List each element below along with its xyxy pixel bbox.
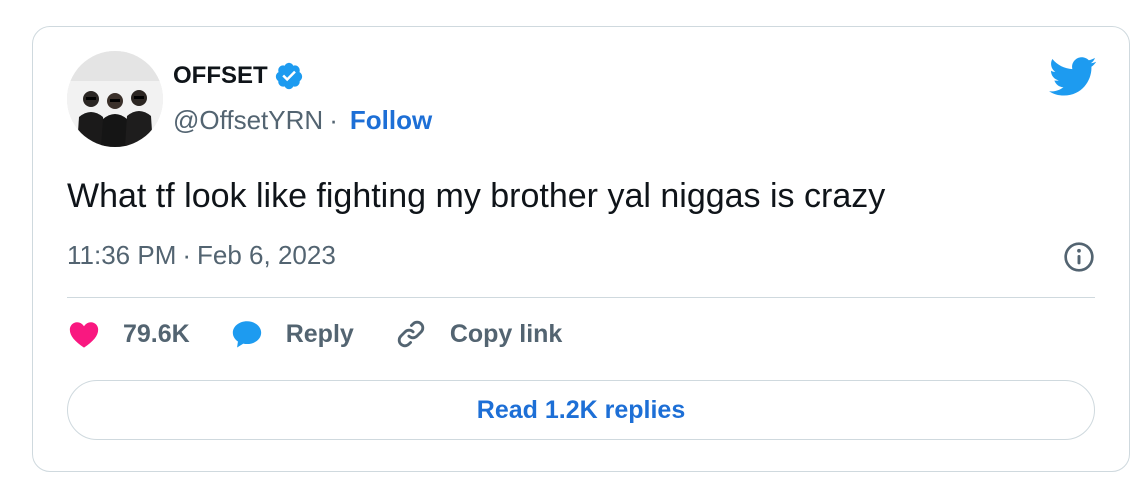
avatar-photo <box>67 51 163 147</box>
info-icon[interactable] <box>1063 241 1095 273</box>
follow-button[interactable]: Follow <box>350 105 432 136</box>
divider <box>67 297 1095 298</box>
user-name[interactable]: OFFSET <box>173 62 268 90</box>
timestamp-separator: · <box>182 240 192 270</box>
heart-icon <box>69 322 99 348</box>
twitter-bird-icon[interactable] <box>1049 57 1097 97</box>
user-handle-row: @OffsetYRN · Follow <box>173 105 432 136</box>
handle-separator: · <box>329 105 338 135</box>
verified-badge-icon <box>275 62 302 90</box>
avatar[interactable] <box>67 51 163 147</box>
user-name-row: OFFSET <box>173 61 304 91</box>
link-icon <box>397 320 425 348</box>
copy-link-button[interactable]: Copy link <box>394 317 563 351</box>
tweet-card: OFFSET @OffsetYRN · Follow What tf look … <box>32 26 1130 472</box>
reply-bubble-icon <box>232 321 261 348</box>
action-bar: 79.6K Reply Copy link <box>67 317 602 351</box>
tweet-time: 11:36 PM <box>67 240 177 270</box>
user-handle[interactable]: @OffsetYRN <box>173 105 323 136</box>
like-button[interactable]: 79.6K <box>67 317 190 351</box>
reply-label: Reply <box>285 319 354 348</box>
copy-link-label: Copy link <box>449 319 563 348</box>
tweet-timestamp[interactable]: 11:36 PM · Feb 6, 2023 <box>67 240 336 271</box>
reply-button[interactable]: Reply <box>230 317 354 351</box>
tweet-text: What tf look like fighting my brother ya… <box>67 177 886 215</box>
tweet-date: Feb 6, 2023 <box>197 240 336 270</box>
like-count: 79.6K <box>123 319 190 348</box>
read-replies-button[interactable]: Read 1.2K replies <box>67 380 1095 440</box>
